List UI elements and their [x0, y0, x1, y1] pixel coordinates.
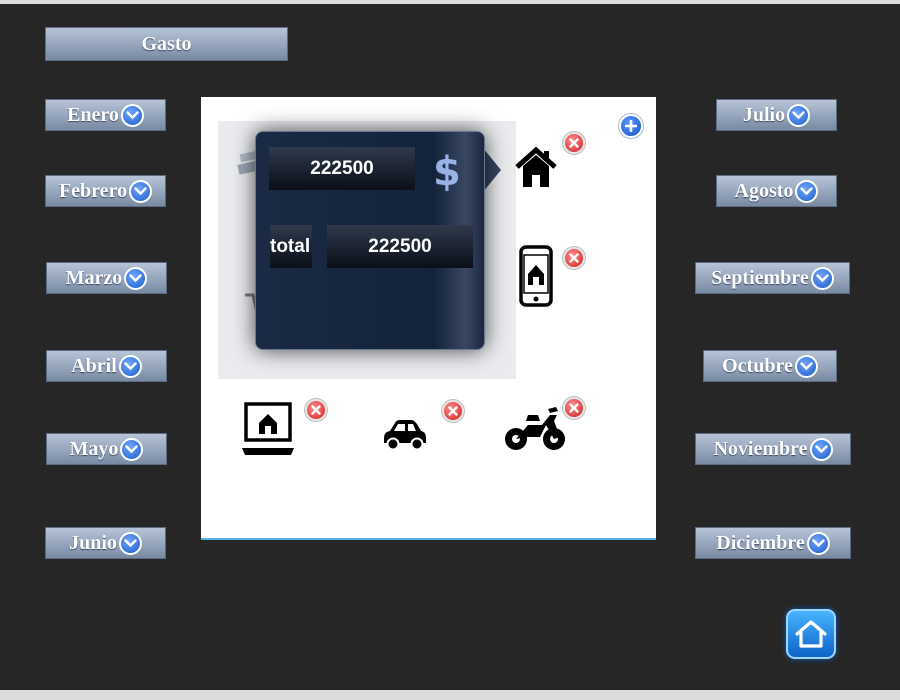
delete-smartphone-button[interactable] — [563, 247, 585, 269]
month-label: Octubre — [722, 354, 793, 377]
laptop-icon — [242, 402, 294, 455]
home-button[interactable] — [786, 609, 836, 659]
house-icon — [515, 146, 557, 187]
home-icon — [795, 620, 827, 648]
total-label: total — [270, 225, 312, 268]
delete-motorcycle-button[interactable] — [563, 397, 585, 419]
smartphone-icon — [519, 245, 553, 307]
chevron-down-icon[interactable] — [794, 354, 818, 378]
chevron-down-icon[interactable] — [118, 531, 142, 555]
chevron-down-icon[interactable] — [809, 437, 833, 461]
month-button-abril[interactable]: Abril — [46, 350, 167, 382]
month-button-agosto[interactable]: Agosto — [716, 175, 837, 207]
month-label: Junio — [69, 531, 117, 554]
chevron-down-icon[interactable] — [124, 266, 148, 290]
delete-car-button[interactable] — [442, 400, 464, 422]
month-button-octubre[interactable]: Octubre — [703, 350, 837, 382]
expense-item-car[interactable] — [380, 415, 428, 456]
close-icon — [569, 138, 579, 148]
chevron-down-icon[interactable] — [120, 437, 144, 461]
car-icon — [384, 420, 426, 451]
chevron-down-icon[interactable] — [118, 354, 142, 378]
amount-field[interactable]: 222500 — [269, 147, 415, 190]
month-label: Septiembre — [711, 266, 809, 289]
expense-item-laptop[interactable] — [240, 401, 296, 462]
total-value-field: 222500 — [327, 225, 473, 268]
month-label: Mayo — [69, 437, 119, 460]
month-label: Agosto — [734, 179, 794, 202]
month-label: Noviembre — [713, 437, 808, 460]
month-button-noviembre[interactable]: Noviembre — [695, 433, 851, 465]
month-label: Febrero — [58, 179, 128, 202]
month-button-junio[interactable]: Junio — [45, 527, 166, 559]
month-button-marzo[interactable]: Marzo — [46, 262, 167, 294]
gasto-button[interactable]: Gasto — [45, 27, 288, 61]
chevron-down-icon[interactable] — [810, 266, 834, 290]
chevron-down-icon[interactable] — [120, 103, 144, 127]
close-icon — [569, 403, 579, 413]
delete-house-button[interactable] — [563, 132, 585, 154]
add-expense-button[interactable] — [619, 114, 643, 138]
motorcycle-icon — [505, 407, 565, 450]
close-icon — [448, 406, 458, 416]
dollar-icon: $ — [433, 149, 461, 195]
month-button-diciembre[interactable]: Diciembre — [695, 527, 851, 559]
month-label: Diciembre — [716, 531, 805, 554]
month-button-julio[interactable]: Julio — [716, 99, 837, 131]
month-label: Abril — [71, 354, 117, 377]
close-icon — [569, 253, 579, 263]
month-button-febrero[interactable]: Febrero — [45, 175, 166, 207]
popup-pointer — [483, 148, 501, 192]
month-button-septiembre[interactable]: Septiembre — [695, 262, 850, 294]
close-icon — [311, 405, 321, 415]
expense-item-motorcycle[interactable] — [502, 401, 568, 460]
chevron-down-icon[interactable] — [806, 531, 830, 555]
month-button-enero[interactable]: Enero — [45, 99, 166, 131]
month-label: Marzo — [65, 266, 123, 289]
plus-icon — [625, 120, 637, 132]
expense-item-smartphone[interactable] — [519, 245, 553, 312]
chevron-down-icon[interactable] — [129, 179, 153, 203]
chevron-down-icon[interactable] — [787, 103, 811, 127]
month-button-mayo[interactable]: Mayo — [46, 433, 167, 465]
delete-laptop-button[interactable] — [305, 399, 327, 421]
chevron-down-icon[interactable] — [795, 179, 819, 203]
month-label: Enero — [67, 103, 119, 126]
month-label: Julio — [742, 103, 786, 126]
expense-item-house[interactable] — [513, 145, 559, 196]
